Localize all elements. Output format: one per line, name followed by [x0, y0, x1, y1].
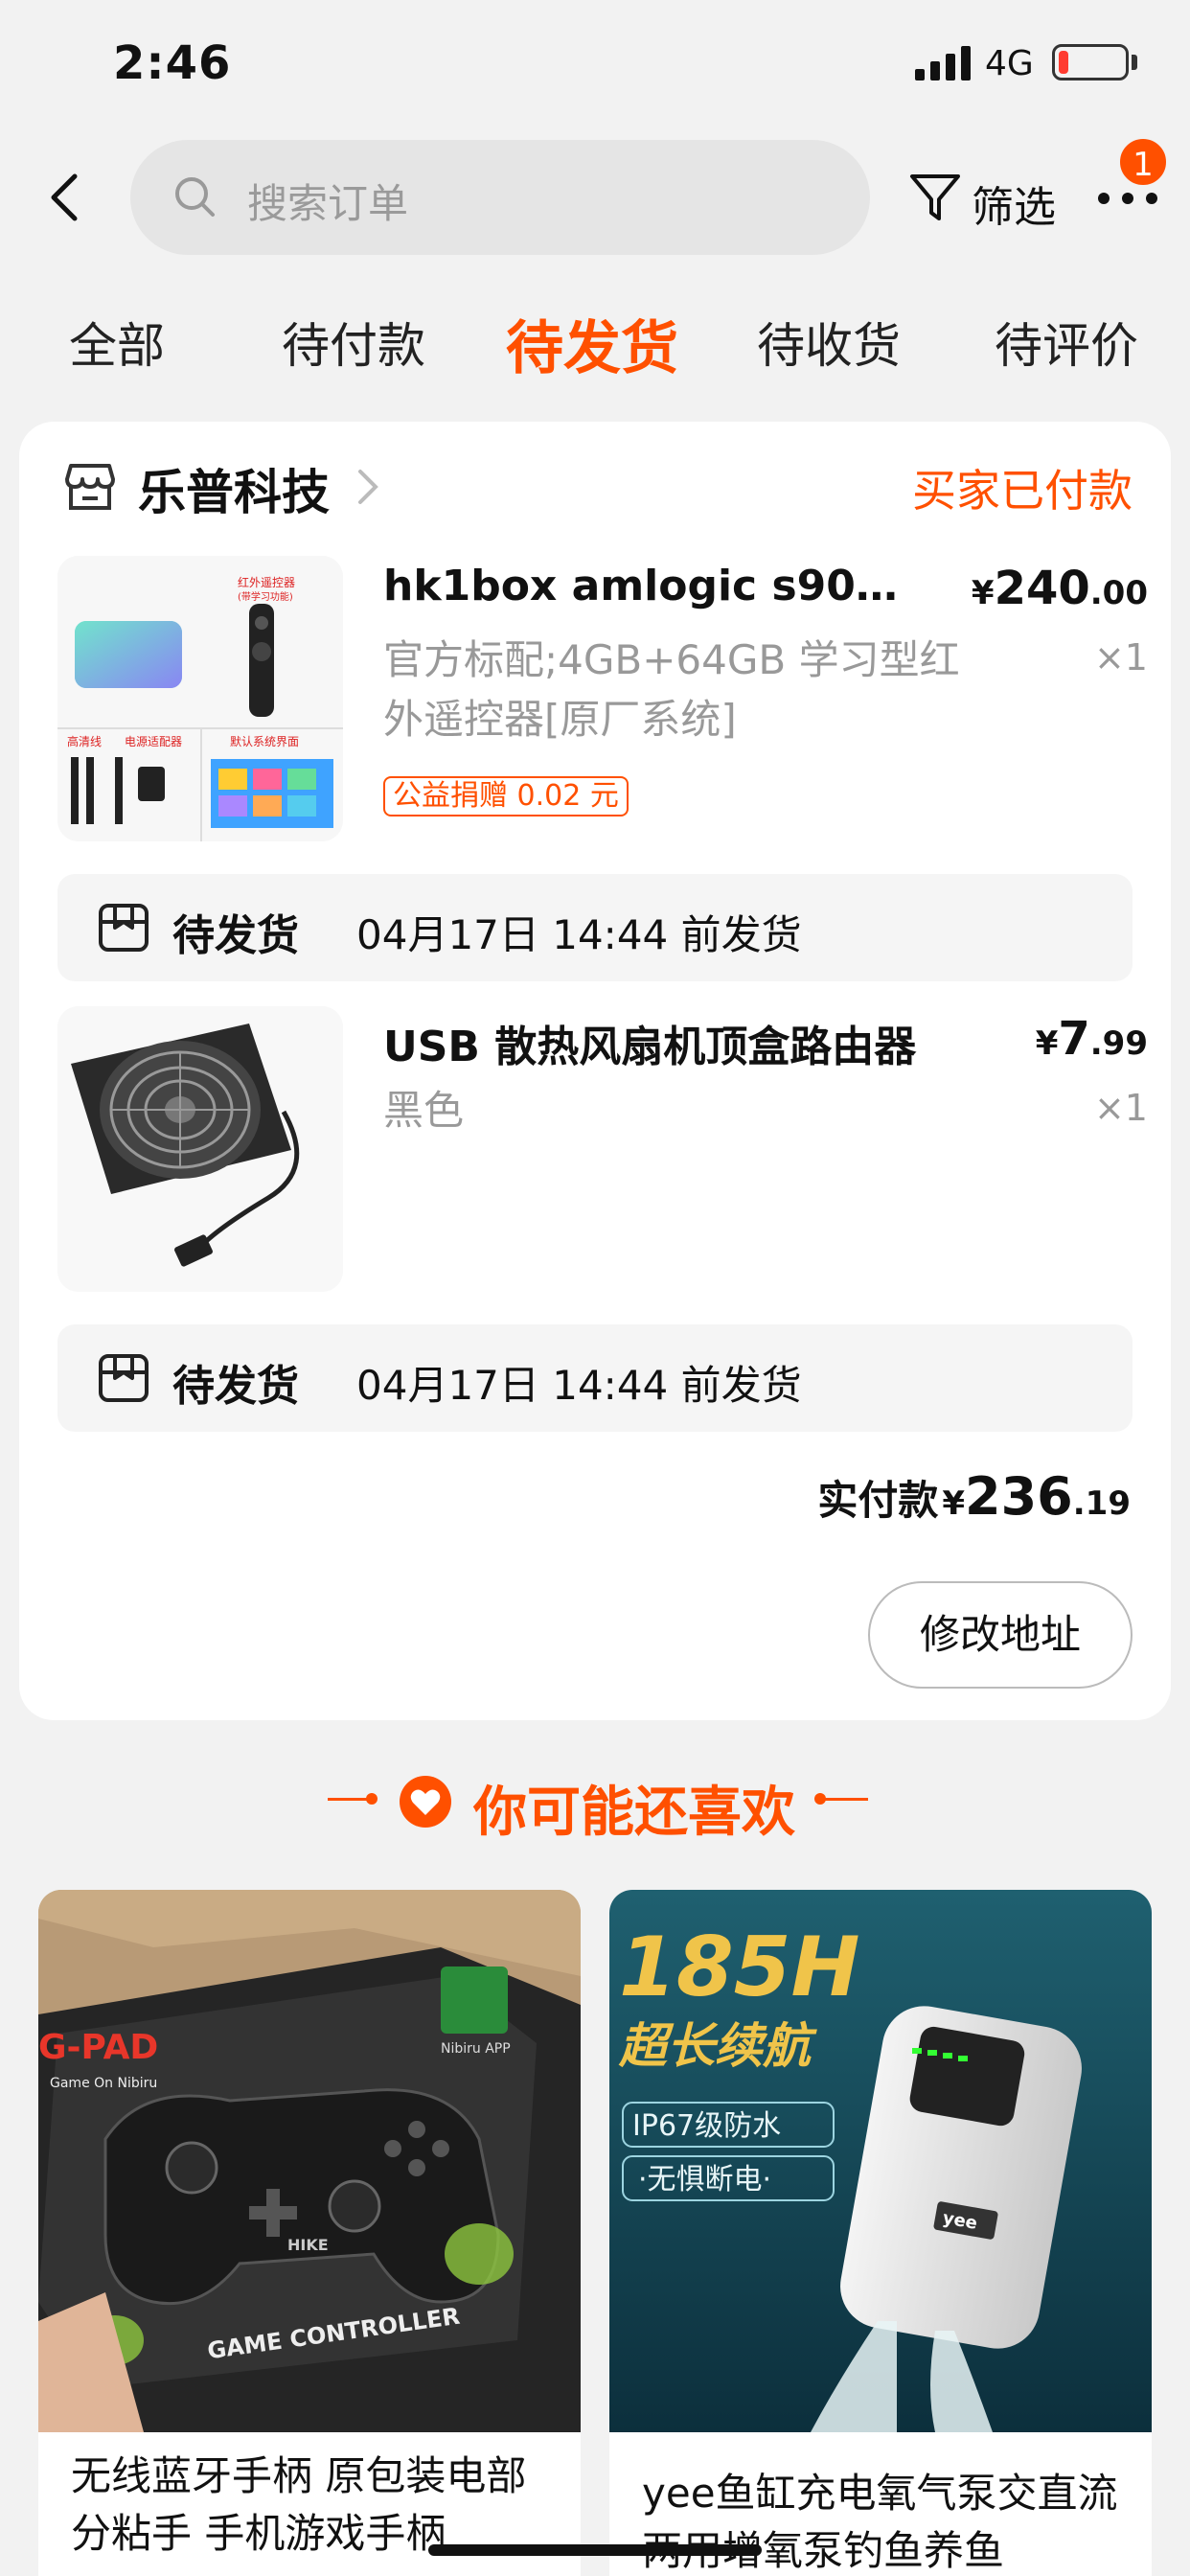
product-title[interactable]: hk1box amlogic s905x3...: [383, 562, 920, 610]
svg-text:红外遥控器: 红外遥控器: [238, 575, 295, 589]
tab-pending-receipt[interactable]: 待收货: [757, 308, 901, 377]
svg-text:高清线: 高清线: [67, 734, 102, 748]
paid-label: 实付款: [817, 1477, 939, 1524]
product-thumbnail[interactable]: 红外遥控器 (带学习功能) 高清线 电源适配器 默认系统界面: [57, 556, 343, 841]
product-quantity: ×1: [1093, 1087, 1148, 1129]
shop-name[interactable]: 乐普科技: [138, 454, 330, 523]
price-integer: 240: [994, 562, 1090, 615]
recommend-header: 你可能还喜欢: [0, 1761, 1190, 1844]
shipping-status: 待发货: [172, 911, 299, 960]
home-indicator: [428, 2544, 762, 2556]
shipping-info: 待发货 04月17日 14:44 前发货: [57, 874, 1133, 981]
product-title[interactable]: USB 散热风扇机顶盒路由器: [383, 1012, 920, 1073]
product-price: ¥240.00: [972, 562, 1148, 615]
paid-decimal: .19: [1072, 1484, 1131, 1523]
price-currency: ¥: [1035, 1024, 1059, 1063]
svg-text:超长续航: 超长续航: [618, 2018, 817, 2074]
shipping-info: 待发货 04月17日 14:44 前发货: [57, 1324, 1133, 1432]
svg-text:电源适配器: 电源适配器: [125, 735, 182, 748]
svg-text:HIKE: HIKE: [287, 2236, 329, 2254]
search-icon: [175, 177, 215, 217]
svg-text:IP67级防水: IP67级防水: [632, 2109, 781, 2143]
shipping-deadline: 04月17日 14:44 前发货: [356, 1362, 802, 1409]
recommend-title-text[interactable]: yee鱼缸充电氧气泵交直流两用增氧泵钓鱼养鱼: [642, 2465, 1121, 2576]
svg-text:Game On Nibiru: Game On Nibiru: [50, 2076, 157, 2091]
status-bar: 2:46 4G: [0, 0, 1190, 129]
product-item[interactable]: 红外遥控器 (带学习功能) 高清线 电源适配器 默认系统界面 hk1box am…: [57, 556, 1150, 843]
more-icon[interactable]: [1094, 184, 1161, 213]
tab-pending-shipment[interactable]: 待发货: [506, 302, 678, 385]
divider-right: [820, 1798, 868, 1801]
filter-button[interactable]: 筛选: [908, 167, 1071, 232]
recommend-item[interactable]: 185H 超长续航 IP67级防水 ·无惧断电· yee yee鱼缸充电氧气泵交…: [609, 1890, 1152, 2576]
gamepad-image: Nibiru APP G-PAD Game On Nibiru HIKE GAM…: [38, 1890, 581, 2432]
notification-badge: 1: [1117, 136, 1169, 188]
search-input[interactable]: 搜索订单: [130, 140, 870, 255]
tab-all[interactable]: 全部: [69, 308, 165, 377]
charity-tag: 公益捐赠 0.02 元: [383, 776, 629, 816]
shipping-deadline: 04月17日 14:44 前发货: [356, 911, 802, 958]
status-time: 2:46: [113, 36, 232, 90]
price-decimal: .00: [1089, 574, 1148, 612]
top-nav: 搜索订单 筛选 1: [0, 134, 1190, 259]
recommend-image[interactable]: 185H 超长续航 IP67级防水 ·无惧断电· yee: [609, 1890, 1152, 2432]
tab-pending-payment[interactable]: 待付款: [282, 308, 425, 377]
svg-text:Nibiru APP: Nibiru APP: [441, 2041, 511, 2057]
back-icon[interactable]: [42, 171, 90, 224]
battery-tip: [1132, 55, 1137, 70]
product-item[interactable]: USB 散热风扇机顶盒路由器 ¥7.99 黑色 ×1: [57, 1006, 1150, 1294]
recommend-item[interactable]: Nibiru APP G-PAD Game On Nibiru HIKE GAM…: [38, 1890, 581, 2576]
order-tabs: 全部 待付款 待发货 待收货 待评价: [0, 292, 1190, 388]
paid-currency: ¥: [942, 1484, 966, 1523]
svg-text:185H: 185H: [619, 1920, 860, 2015]
price-decimal: .99: [1089, 1024, 1148, 1063]
svg-text:G-PAD: G-PAD: [38, 2028, 158, 2067]
modify-address-button[interactable]: 修改地址: [868, 1581, 1133, 1689]
svg-text:(带学习功能): (带学习功能): [238, 590, 293, 603]
filter-icon: [910, 174, 960, 220]
filter-label: 筛选: [972, 183, 1056, 232]
chevron-right-icon[interactable]: [356, 466, 379, 508]
battery-icon: [1052, 44, 1129, 80]
product-quantity: ×1: [1093, 636, 1148, 678]
order-card: 乐普科技 买家已付款 红外遥控器 (带学习功能) 高清线 电源适配器 默认系统界…: [19, 422, 1171, 1720]
network-label: 4G: [985, 44, 1034, 83]
price-integer: 7: [1058, 1012, 1090, 1066]
shipping-status: 待发货: [172, 1362, 299, 1411]
product-spec: 黑色: [383, 1087, 465, 1134]
tab-pending-review[interactable]: 待评价: [995, 308, 1138, 377]
package-icon: [99, 1354, 149, 1402]
shop-icon: [65, 464, 115, 510]
paid-amount: 实付款 ¥236.19: [817, 1466, 1131, 1527]
search-placeholder: 搜索订单: [247, 180, 409, 227]
fan-image: [57, 1006, 343, 1292]
signal-icon: [915, 46, 971, 80]
product-price: ¥7.99: [1036, 1012, 1148, 1066]
svg-text:默认系统界面: 默认系统界面: [230, 734, 299, 748]
heart-icon: [400, 1776, 451, 1828]
recommend-title: 你可能还喜欢: [473, 1782, 795, 1844]
svg-text:·无惧断电·: ·无惧断电·: [638, 2163, 771, 2196]
package-icon: [99, 904, 149, 952]
recommend-image[interactable]: Nibiru APP G-PAD Game On Nibiru HIKE GAM…: [38, 1890, 581, 2432]
order-status: 买家已付款: [912, 465, 1133, 517]
air-pump-image: 185H 超长续航 IP67级防水 ·无惧断电· yee: [609, 1890, 1152, 2432]
tv-box-image: 红外遥控器 (带学习功能) 高清线 电源适配器 默认系统界面: [57, 556, 343, 841]
product-thumbnail[interactable]: [57, 1006, 343, 1292]
divider-dot-left: [366, 1793, 378, 1805]
product-spec: 官方标配;4GB+64GB 学习型红外遥控器[原厂系统]: [383, 636, 960, 743]
paid-integer: 236: [965, 1466, 1073, 1527]
battery-level: [1059, 51, 1068, 74]
price-currency: ¥: [971, 574, 995, 612]
